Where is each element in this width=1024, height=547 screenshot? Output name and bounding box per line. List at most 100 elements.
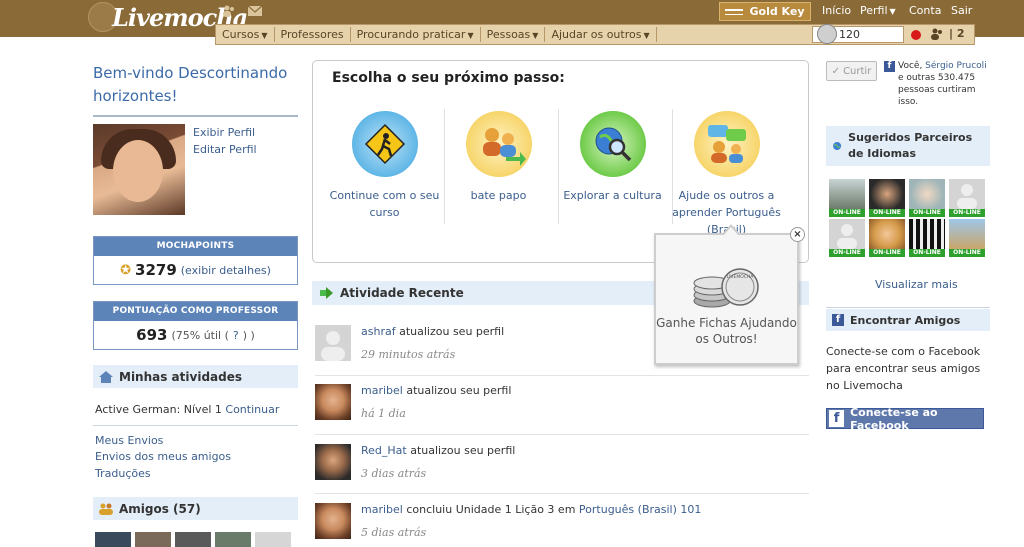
gold-key-button[interactable]: Gold Key	[719, 2, 811, 21]
mochapoints-header: MOCHAPOINTS	[94, 237, 297, 256]
find-friends-title: Encontrar Amigos	[850, 313, 961, 327]
partner-card[interactable]: ON-LINE	[909, 219, 945, 257]
logout-link[interactable]: Sair	[951, 4, 972, 17]
activity-user-link[interactable]: Red_Hat	[361, 444, 407, 457]
activity-text: maribel atualizou seu perfil	[361, 384, 511, 397]
facebook-connect-label: Conecte-se ao Facebook	[850, 405, 938, 432]
online-badge: ON-LINE	[829, 249, 865, 257]
profile-link[interactable]: Perfil ▼	[860, 4, 896, 17]
mochapoints-value: 3279	[135, 261, 177, 279]
account-link[interactable]: Conta	[909, 4, 941, 17]
popup-text: Ganhe Fichas Ajudando os Outros!	[656, 316, 797, 346]
facebook-connect-text: Conecte-se com o Facebook para encontrar…	[826, 345, 981, 392]
activity-text: Red_Hat atualizou seu perfil	[361, 444, 515, 457]
edit-profile-link[interactable]: Editar Perfil	[193, 143, 257, 156]
mail-icon[interactable]	[248, 5, 262, 17]
partner-card[interactable]: ON-LINE	[829, 179, 865, 217]
chat-people-icon	[465, 111, 532, 177]
current-course-name: Active German: Nível 1	[95, 403, 222, 416]
step-explore-culture[interactable]: Explorar a cultura	[556, 111, 669, 204]
popup-arrow-inner	[724, 227, 738, 235]
mochapoints-details-link[interactable]: (exibir detalhes)	[181, 264, 271, 277]
partner-card[interactable]: ON-LINE	[869, 219, 905, 257]
coins-counter[interactable]: 120	[812, 24, 904, 44]
nav-people-label: Pessoas	[486, 28, 531, 41]
partner-card[interactable]: ON-LINE	[869, 179, 905, 217]
step-chat[interactable]: bate papo	[442, 111, 555, 204]
online-badge: ON-LINE	[949, 249, 985, 257]
facebook-connect-button[interactable]: f Conecte-se ao Facebook	[826, 405, 984, 432]
divider	[93, 425, 298, 426]
user-avatar[interactable]	[315, 503, 351, 539]
help-others-icon	[693, 111, 760, 177]
friend-thumb[interactable]	[215, 532, 251, 547]
friends-title: Amigos (57)	[119, 501, 201, 516]
divider	[315, 375, 809, 376]
partner-card[interactable]: ON-LINE	[949, 219, 985, 257]
activity-text: maribel concluiu Unidade 1 Lição 3 em Po…	[361, 503, 701, 516]
step-label: bate papo	[470, 189, 527, 202]
user-avatar[interactable]	[315, 384, 351, 420]
my-submissions-link[interactable]: Meus Envios	[95, 434, 163, 447]
activity-time: 3 dias atrás	[361, 467, 427, 480]
see-more-partners-link[interactable]: Visualizar mais	[875, 278, 958, 291]
friend-thumb[interactable]	[175, 532, 211, 547]
activity-user-link[interactable]: maribel	[361, 503, 403, 516]
nav-courses[interactable]: Cursos ▼	[216, 27, 275, 42]
activity-time: há 1 dia	[361, 407, 406, 420]
nav-help-others[interactable]: Ajudar os outros ▼	[545, 27, 657, 42]
activity-user-link[interactable]: maribel	[361, 384, 403, 397]
teacher-score-help-link[interactable]: ?	[233, 329, 239, 342]
activity-action: atualizou seu perfil	[406, 444, 516, 457]
partner-photo	[869, 179, 905, 209]
activity-text: ashraf atualizou seu perfil	[361, 325, 504, 338]
key-icon	[725, 8, 744, 15]
friend-thumb[interactable]	[135, 532, 171, 547]
continue-course-link[interactable]: Continuar	[225, 403, 279, 416]
nav-practice-label: Procurando praticar	[356, 28, 466, 41]
home-link[interactable]: Início	[822, 4, 851, 17]
avatar[interactable]	[93, 124, 185, 215]
people-icon[interactable]	[222, 5, 236, 17]
activity-action: concluiu Unidade 1 Lição 3 em	[402, 503, 579, 516]
online-badge: ON-LINE	[869, 249, 905, 257]
notification-dot-icon[interactable]	[911, 30, 921, 40]
friends-thumbnails	[95, 532, 291, 547]
like-button[interactable]: ✓ Curtir	[826, 61, 877, 81]
nav-people[interactable]: Pessoas ▼	[481, 27, 546, 42]
partner-card[interactable]: ON-LINE	[949, 179, 985, 217]
chevron-down-icon: ▼	[261, 31, 268, 40]
partner-card[interactable]: ON-LINE	[909, 179, 945, 217]
step-continue-course[interactable]: Continue com o seu curso	[328, 111, 441, 221]
chevron-down-icon: ▼	[643, 31, 650, 40]
partner-photo	[829, 179, 865, 209]
friend-thumb[interactable]	[95, 532, 131, 547]
partner-card[interactable]: ON-LINE	[829, 219, 865, 257]
user-avatar[interactable]	[315, 444, 351, 480]
activity-user-link[interactable]: ashraf	[361, 325, 396, 338]
user-avatar[interactable]	[315, 325, 351, 361]
friend-requests-count[interactable]: | 2	[949, 27, 965, 40]
translations-link[interactable]: Traduções	[95, 467, 151, 480]
view-profile-link[interactable]: Exibir Perfil	[193, 126, 255, 139]
earn-coins-popup[interactable]: × LIVEMOCHA Ganhe Fichas Ajudando os Out…	[654, 224, 805, 365]
divider	[826, 307, 990, 308]
friend-requests-icon[interactable]	[930, 28, 944, 40]
activity-course-link[interactable]: Português (Brasil) 101	[579, 503, 701, 516]
step-help-others[interactable]: Ajude os outros a aprender Português (Br…	[670, 111, 783, 238]
teacher-score-useful: (75% útil (	[171, 328, 229, 342]
language-partners-header: Sugeridos Parceiros de Idiomas	[826, 126, 990, 166]
teacher-score-value: 693	[136, 326, 168, 344]
nav-teachers[interactable]: Professores	[275, 27, 351, 42]
globe-search-icon	[579, 111, 646, 177]
friend-thumb[interactable]	[255, 532, 291, 547]
recent-activity-title: Atividade Recente	[340, 286, 464, 300]
nav-looking-to-practice[interactable]: Procurando praticar ▼	[351, 27, 481, 42]
friends-submissions-link[interactable]: Envios dos meus amigos	[95, 450, 231, 463]
like-friend-link[interactable]: Sérgio Prucoli	[925, 61, 987, 71]
next-step-title: Escolha o seu próximo passo:	[332, 70, 565, 86]
my-activities-title: Minhas atividades	[119, 369, 242, 384]
gold-key-label: Gold Key	[749, 5, 805, 18]
close-icon[interactable]: ×	[790, 227, 805, 242]
online-badge: ON-LINE	[909, 209, 945, 217]
